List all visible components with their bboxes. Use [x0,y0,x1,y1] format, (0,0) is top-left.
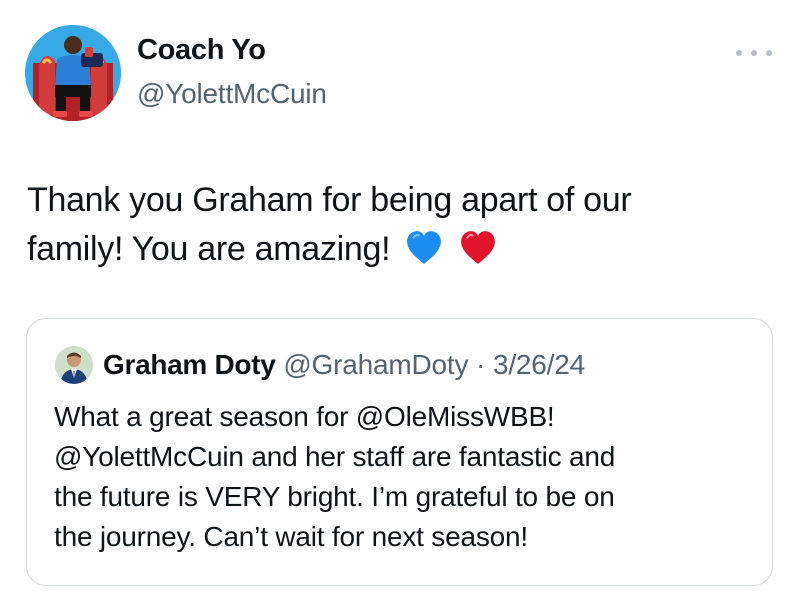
quoted-tweet-text: What a great season for @OleMissWBB! @Yo… [54,397,754,557]
tweet-text-line-with-emoji: family! You are amazing! [27,225,727,274]
tweet-text-line: Thank you Graham for being apart of our [27,181,632,219]
tweet-card: Coach Yo @YolettMcCuin Thank you Graham … [0,0,798,603]
quoted-author-handle[interactable]: @GrahamDoty [283,349,468,380]
quoted-avatar-image [55,346,93,384]
quoted-text-line: @YolettMcCuin and her staff are fantasti… [54,441,616,472]
tweet-text: Thank you Graham for being apart of our … [27,176,727,274]
avatar-image [25,25,121,121]
tweet-text-line: family! You are amazing! [27,230,391,268]
quoted-tweet-date[interactable]: 3/26/24 [493,349,585,380]
red-heart-icon [460,231,495,264]
author-name[interactable]: Coach Yo [137,34,266,67]
blue-heart-icon [407,231,442,264]
more-dot-icon [751,50,757,56]
quoted-text-line: the journey. Can’t wait for next season! [54,521,528,552]
quoted-tweet[interactable]: Graham Doty @GrahamDoty · 3/26/24 What a… [26,318,773,586]
quoted-author-name[interactable]: Graham Doty [103,349,276,380]
quoted-author-avatar[interactable] [55,346,93,384]
header-separator: · [476,349,486,380]
more-options-button[interactable] [736,42,772,64]
quoted-text-line: the future is VERY bright. I’m grateful … [54,481,615,512]
author-handle[interactable]: @YolettMcCuin [137,78,327,110]
quoted-tweet-header: Graham Doty @GrahamDoty · 3/26/24 [103,349,585,381]
more-dot-icon [766,50,772,56]
more-dot-icon [736,50,742,56]
author-avatar[interactable] [25,25,121,121]
quoted-text-line: What a great season for @OleMissWBB! [54,401,555,432]
